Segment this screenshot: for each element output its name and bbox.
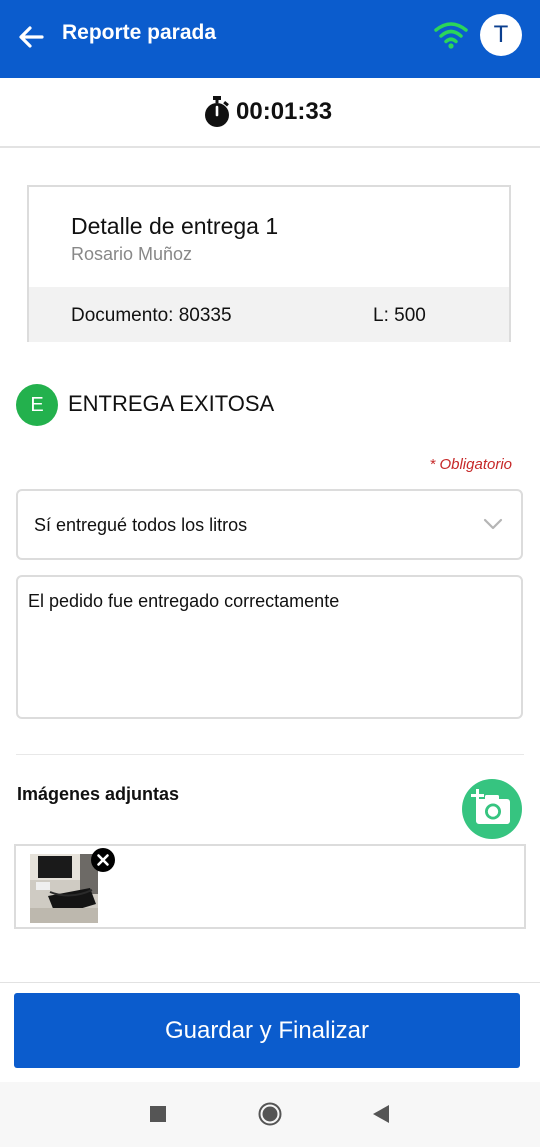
select-value: Sí entregué todos los litros <box>34 515 248 535</box>
add-photo-icon <box>471 789 510 824</box>
avatar[interactable]: T <box>480 14 522 56</box>
divider <box>16 754 524 755</box>
delivery-title: Detalle de entrega 1 <box>71 213 279 239</box>
attachments-label: Imágenes adjuntas <box>17 784 180 804</box>
app-bar: Reporte parada T <box>0 0 540 78</box>
system-nav-bar <box>0 1082 540 1147</box>
timer-value: 00:01:33 <box>236 98 333 125</box>
required-note: * Obligatorio <box>429 456 512 473</box>
attachment-thumbnail[interactable] <box>30 854 98 923</box>
arrow-left-icon[interactable] <box>16 22 46 52</box>
card-footer: Documento: 80335 L: 500 <box>29 287 509 342</box>
document-number: Documento: 80335 <box>71 305 232 326</box>
page-title: Reporte parada <box>62 21 217 44</box>
delivery-detail-card: Detalle de entrega 1 Rosario Muñoz Docum… <box>27 185 511 342</box>
liters-value: L: 500 <box>373 305 426 326</box>
square-icon[interactable] <box>150 1106 166 1122</box>
comment-textarea[interactable]: El pedido fue entregado correctamente <box>16 575 523 719</box>
photo-thumbnail <box>30 854 98 923</box>
chevron-down-icon <box>483 518 503 530</box>
divider <box>0 982 540 983</box>
save-finish-button[interactable]: Guardar y Finalizar <box>14 993 520 1068</box>
add-photo-button[interactable] <box>462 779 522 839</box>
status-badge: E <box>16 384 58 426</box>
circle-icon[interactable] <box>258 1102 282 1126</box>
remove-attachment-button[interactable] <box>91 848 115 872</box>
stopwatch-icon <box>205 96 229 127</box>
triangle-back-icon[interactable] <box>372 1104 390 1124</box>
customer-name: Rosario Muñoz <box>71 244 193 264</box>
delivery-status-select[interactable]: Sí entregué todos los litros <box>16 489 523 560</box>
status-label: ENTREGA EXITOSA <box>68 391 275 416</box>
close-icon <box>97 854 109 866</box>
wifi-icon <box>434 22 468 49</box>
